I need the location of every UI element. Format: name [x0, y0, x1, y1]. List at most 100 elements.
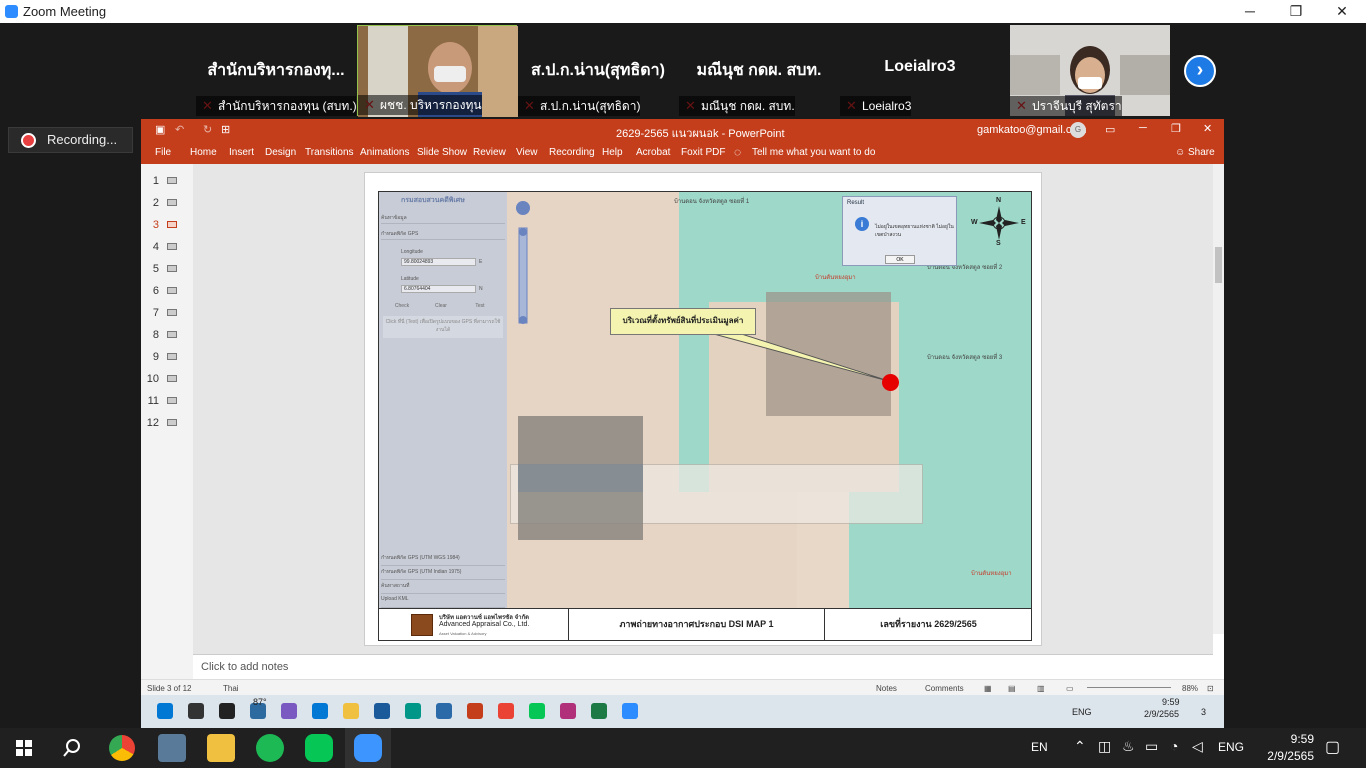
microphone-icon[interactable]: ♨ [1122, 738, 1135, 755]
property-callout: บริเวณที่ตั้งทรัพย์สินที่ประเมินมูลค่า [610, 308, 756, 335]
present-icon[interactable]: ⊞ [221, 123, 230, 136]
participant-display-name: มณีนุช กดผ. สบท. [696, 62, 822, 79]
notifications-icon[interactable]: ▢ [1325, 737, 1340, 757]
participant-tile[interactable]: Loeialro3 ✕ Loeialro3 [840, 25, 1000, 116]
tab-help[interactable]: Help [602, 147, 623, 158]
participant-tile[interactable]: สำนักบริหารกองทุ... ✕ สำนักบริหารกองทุน … [196, 25, 356, 116]
next-page-arrow-icon[interactable]: › [1184, 55, 1216, 87]
task-view-icon [219, 703, 235, 719]
network-icon[interactable]: ◫ [1098, 738, 1111, 755]
undo-icon[interactable]: ↶ [175, 123, 184, 136]
slide-sorter-icon[interactable]: ▤ [1008, 684, 1016, 693]
ppt-close-button[interactable]: ✕ [1203, 122, 1212, 135]
slide-counter: Slide 3 of 12 [147, 684, 192, 693]
chrome-icon[interactable] [109, 735, 135, 761]
lightbulb-icon: ◌ [734, 145, 742, 159]
ribbon-display-icon[interactable]: ▭ [1105, 123, 1115, 136]
line-icon[interactable] [305, 734, 333, 762]
clock-date[interactable]: 2/9/2565 [1254, 749, 1314, 763]
save-icon[interactable]: ▣ [155, 123, 165, 136]
tab-design[interactable]: Design [265, 147, 296, 158]
shared-screen-powerpoint[interactable]: ▣ ↶ ↻ ⊞ 2629-2565 แนวผนอk - PowerPoint g… [141, 119, 1224, 728]
participant-tile[interactable]: ส.ป.ก.น่าน(สุทธิดา) ✕ ส.ป.ก.น่าน(สุทธิดา… [518, 25, 678, 116]
slide-thumbnail[interactable]: 6 [141, 280, 193, 302]
normal-view-icon[interactable]: ▦ [984, 684, 992, 693]
comments-button[interactable]: Comments [925, 684, 964, 693]
participant-tile-video[interactable]: ✕ ปราจีนบุรี สุทัตรา [1010, 25, 1170, 116]
reading-view-icon[interactable]: ▥ [1037, 684, 1045, 693]
fit-slide-icon[interactable]: ⊡ [1207, 684, 1214, 693]
slide-thumbnail[interactable]: 1 [141, 170, 193, 192]
zoom-window-title: Zoom Meeting [23, 4, 107, 19]
search-icon[interactable] [63, 739, 81, 757]
zoom-level[interactable]: 88% [1182, 684, 1198, 693]
tab-slide-show[interactable]: Slide Show [417, 147, 467, 158]
slide-thumbnails-pane: 1 2 3 4 5 6 7 8 9 10 11 12 [141, 164, 193, 679]
slide-thumbnail-icon [167, 375, 177, 382]
calculator-icon[interactable] [158, 734, 186, 762]
footer-caption: ภาพถ่ายทางอากาศประกอบ DSI MAP 1 [569, 609, 825, 640]
slide-thumbnail[interactable]: 12 [141, 412, 193, 434]
tab-review[interactable]: Review [473, 147, 506, 158]
notes-pane[interactable]: Click to add notes [193, 654, 1213, 679]
slide-number: 1 [152, 175, 159, 187]
remote-taskbar: 87° ENG 9:59 2/9/2565 3 [141, 695, 1224, 728]
slide-number: 10 [146, 373, 159, 385]
participant-tile[interactable]: มณีนุช กดผ. สบท. ✕ มณีนุช กดผ. สบท. [679, 25, 839, 116]
slideshow-icon[interactable]: ▭ [1066, 684, 1074, 693]
tab-insert[interactable]: Insert [229, 147, 254, 158]
tab-view[interactable]: View [516, 147, 538, 158]
slide-thumbnail[interactable]: 4 [141, 236, 193, 258]
tab-transitions[interactable]: Transitions [305, 147, 354, 158]
app-icon [436, 703, 452, 719]
input-language[interactable]: EN [1031, 740, 1048, 754]
close-button[interactable]: ✕ [1319, 0, 1365, 23]
tab-file[interactable]: File [155, 147, 171, 158]
tell-me-search[interactable]: Tell me what you want to do [752, 147, 875, 158]
account-avatar[interactable]: G [1070, 122, 1086, 138]
tab-animations[interactable]: Animations [360, 147, 409, 158]
redo-icon[interactable]: ↻ [203, 123, 212, 136]
participant-tile-video[interactable]: ✕ ผชช. บริหารกองทุน [357, 25, 518, 117]
spotify-icon[interactable] [256, 734, 284, 762]
participant-display-name: Loeialro3 [884, 58, 956, 75]
slide-thumbnail[interactable]: 5 [141, 258, 193, 280]
slide-thumbnail[interactable]: 11 [141, 390, 193, 412]
file-explorer-icon[interactable] [207, 734, 235, 762]
tab-acrobat[interactable]: Acrobat [636, 147, 670, 158]
slide-thumbnail[interactable]: 8 [141, 324, 193, 346]
battery-icon[interactable]: ▭ [1145, 738, 1158, 755]
clock-time[interactable]: 9:59 [1270, 732, 1314, 746]
slide-thumbnail[interactable]: 7 [141, 302, 193, 324]
tab-home[interactable]: Home [190, 147, 217, 158]
wifi-icon[interactable]: ◔ [1170, 738, 1178, 754]
participant-name: ผชช. บริหารกองทุน [358, 95, 482, 115]
ppt-restore-button[interactable]: ❐ [1171, 122, 1181, 135]
language-indicator: Thai [223, 684, 239, 693]
recording-indicator[interactable]: Recording... [8, 127, 133, 153]
slide-thumbnail[interactable]: 2 [141, 192, 193, 214]
ppt-minimize-button[interactable]: ─ [1139, 122, 1147, 134]
scrollbar-thumb[interactable] [1215, 247, 1222, 283]
vertical-scrollbar[interactable] [1213, 164, 1224, 634]
inner-lang: ENG [1072, 707, 1092, 717]
inner-notification-badge: 3 [1201, 707, 1207, 717]
notes-button[interactable]: Notes [876, 684, 897, 693]
keyboard-language[interactable]: ENG [1218, 740, 1244, 754]
slide-thumbnail[interactable]: 10 [141, 368, 193, 390]
chevron-up-icon[interactable]: ⌃ [1074, 738, 1086, 755]
restore-button[interactable]: ❐ [1273, 0, 1319, 23]
app-icon [405, 703, 421, 719]
windows-start-icon[interactable] [16, 740, 32, 756]
slide-thumbnail[interactable]: 9 [141, 346, 193, 368]
slide-thumbnail[interactable]: 3 [141, 214, 193, 236]
minimize-button[interactable]: ─ [1227, 0, 1273, 23]
slide-canvas[interactable]: กรมสอบสวนคดีพิเศษ ค้นหาข้อมูล กำหนดพิกัด… [364, 172, 1042, 646]
tab-foxit-pdf[interactable]: Foxit PDF [681, 147, 725, 158]
share-button[interactable]: Share [1188, 147, 1215, 158]
volume-icon[interactable]: ◁ [1192, 738, 1203, 755]
tab-recording[interactable]: Recording [549, 147, 595, 158]
app-icon [560, 703, 576, 719]
zoom-slider[interactable] [1087, 687, 1171, 688]
slide-thumbnail-icon [167, 243, 177, 250]
